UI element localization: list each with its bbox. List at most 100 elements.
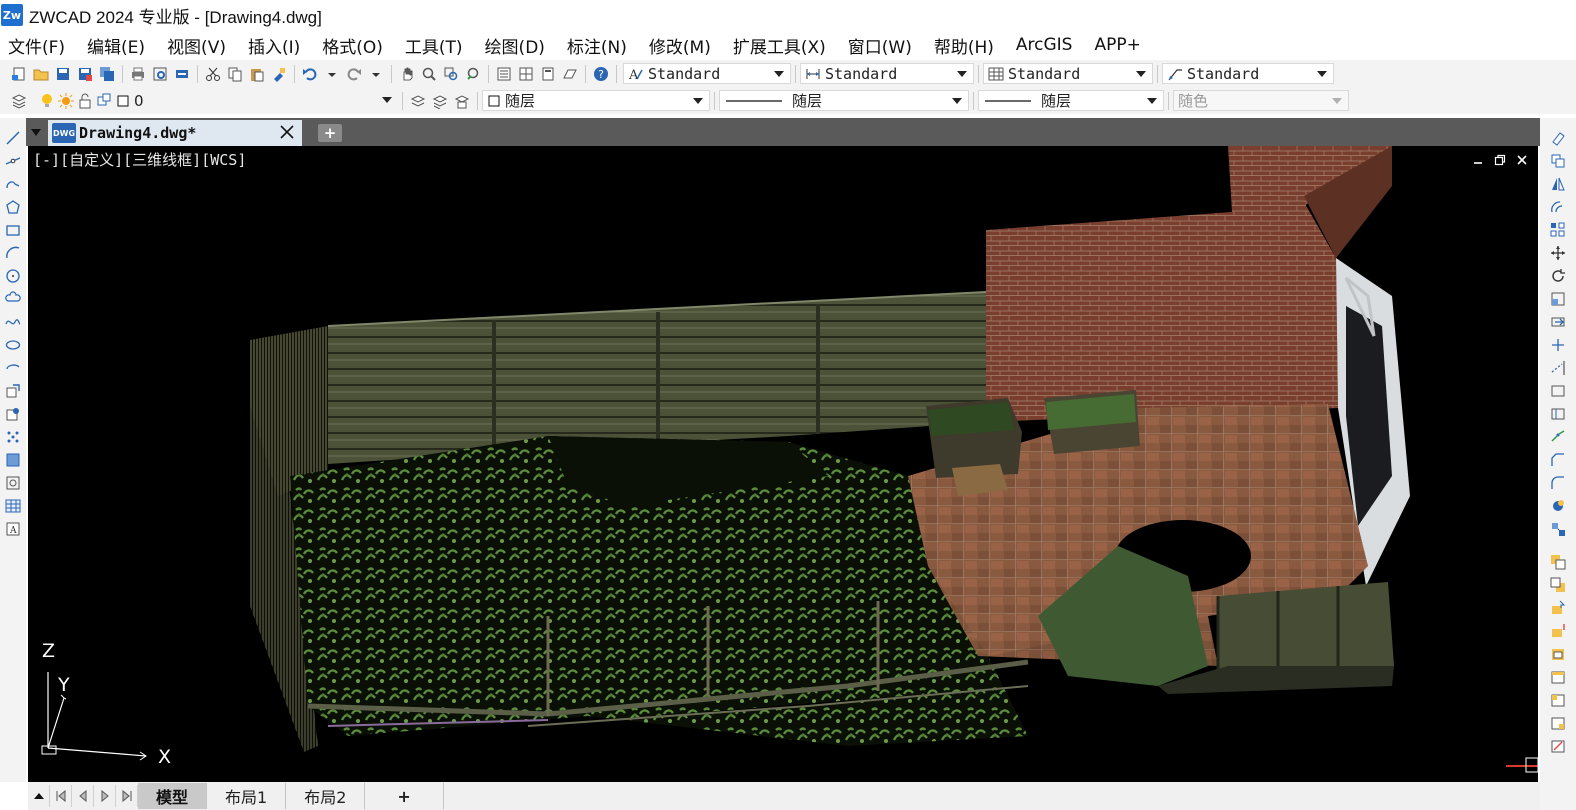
copy-icon[interactable] — [226, 65, 244, 83]
draw-order-back-icon[interactable] — [1549, 575, 1567, 594]
viewport-close-icon[interactable] — [1516, 154, 1530, 168]
text-style-select[interactable]: A Standard — [623, 63, 791, 84]
arc-icon[interactable] — [4, 243, 22, 262]
ellipse-arc-icon[interactable] — [4, 358, 22, 377]
leaders-to-front-icon[interactable] — [1549, 690, 1567, 709]
cut-icon[interactable] — [204, 65, 222, 83]
bring-above-icon[interactable] — [1549, 598, 1567, 617]
pan-icon[interactable] — [398, 65, 416, 83]
offset-icon[interactable] — [1549, 197, 1567, 216]
multiline-text-icon[interactable]: A — [4, 519, 22, 538]
close-tab-icon[interactable] — [278, 123, 296, 141]
menu-window[interactable]: 窗口(W) — [848, 33, 912, 58]
save-all-icon[interactable] — [98, 65, 116, 83]
design-center-icon[interactable] — [517, 65, 535, 83]
dimension-style-select[interactable]: Standard — [800, 63, 974, 84]
match-properties-icon[interactable] — [270, 65, 288, 83]
undo-icon[interactable] — [301, 65, 319, 83]
erase-icon[interactable] — [1549, 128, 1567, 147]
properties-palette-icon[interactable] — [495, 65, 513, 83]
zoom-realtime-icon[interactable] — [420, 65, 438, 83]
menu-help[interactable]: 帮助(H) — [934, 33, 994, 58]
redo-dropdown-icon[interactable] — [367, 65, 385, 83]
print-icon[interactable] — [129, 65, 147, 83]
undo-dropdown-icon[interactable] — [323, 65, 341, 83]
menu-file[interactable]: 文件(F) — [8, 33, 65, 58]
menu-draw[interactable]: 绘图(D) — [485, 33, 545, 58]
menu-express-tools[interactable]: 扩展工具(X) — [733, 33, 826, 58]
join-icon[interactable] — [1549, 427, 1567, 446]
previous-layout-icon[interactable] — [72, 785, 94, 807]
mirror-icon[interactable] — [1549, 174, 1567, 193]
table-icon[interactable] — [4, 496, 22, 515]
publish-icon[interactable] — [173, 65, 191, 83]
trim-icon[interactable] — [1549, 335, 1567, 354]
menu-edit[interactable]: 编辑(E) — [87, 33, 145, 58]
hatches-to-back-icon[interactable] — [1549, 713, 1567, 732]
drawing-viewport[interactable]: [-][自定义][三维线框][WCS] Z Y X — [28, 146, 1538, 782]
copy-object-icon[interactable] — [1549, 151, 1567, 170]
viewport-restore-icon[interactable] — [1494, 154, 1508, 168]
menu-tools[interactable]: 工具(T) — [405, 33, 463, 58]
chamfer-icon[interactable] — [1549, 450, 1567, 469]
draw-order-front-icon[interactable] — [1549, 552, 1567, 571]
construction-line-icon[interactable] — [4, 151, 22, 170]
polyline-icon[interactable] — [4, 174, 22, 193]
array-icon[interactable] — [1549, 220, 1567, 239]
save-icon[interactable] — [54, 65, 72, 83]
menu-view[interactable]: 视图(V) — [167, 33, 226, 58]
break-icon[interactable] — [1549, 404, 1567, 423]
last-layout-icon[interactable] — [116, 785, 138, 807]
print-preview-icon[interactable] — [151, 65, 169, 83]
make-block-icon[interactable] — [4, 404, 22, 423]
lineweight-control-select[interactable]: 随层 — [978, 90, 1164, 111]
menu-insert[interactable]: 插入(I) — [248, 33, 300, 58]
menu-app-plus[interactable]: APP+ — [1094, 35, 1140, 55]
menu-modify[interactable]: 修改(M) — [649, 33, 711, 58]
make-layer-current-icon[interactable] — [409, 92, 427, 110]
linetype-control-select[interactable]: 随层 — [719, 90, 969, 111]
revision-cloud-icon[interactable] — [4, 289, 22, 308]
tab-layout2[interactable]: 布局2 — [286, 783, 366, 809]
viewport-minimize-icon[interactable] — [1472, 154, 1486, 168]
new-document-tab-button[interactable]: + — [318, 124, 342, 142]
explode-icon[interactable] — [1549, 519, 1567, 538]
layer-manager-icon[interactable] — [10, 92, 28, 110]
table-style-select[interactable]: Standard — [983, 63, 1153, 84]
zoom-window-icon[interactable] — [442, 65, 460, 83]
menu-arcgis[interactable]: ArcGIS — [1016, 35, 1073, 55]
fillet-icon[interactable] — [1549, 473, 1567, 492]
save-as-icon[interactable] — [76, 65, 94, 83]
layer-select[interactable]: 0 — [36, 90, 398, 111]
tab-list-menu-icon[interactable] — [26, 118, 46, 146]
first-layout-icon[interactable] — [50, 785, 72, 807]
blend-curves-icon[interactable] — [1549, 496, 1567, 515]
document-tab-drawing4[interactable]: DWG Drawing4.dwg* — [48, 120, 302, 146]
move-icon[interactable] — [1549, 243, 1567, 262]
region-icon[interactable] — [4, 473, 22, 492]
hatch-icon[interactable] — [4, 450, 22, 469]
rotate-icon[interactable] — [1549, 266, 1567, 285]
insert-block-icon[interactable] — [4, 381, 22, 400]
scroll-up-icon[interactable] — [28, 785, 50, 807]
add-layout-button[interactable]: + — [365, 783, 444, 809]
layer-states-icon[interactable] — [453, 92, 471, 110]
send-under-icon[interactable] — [1549, 621, 1567, 640]
line-icon[interactable] — [4, 128, 22, 147]
scale-icon[interactable] — [1549, 289, 1567, 308]
open-folder-icon[interactable] — [32, 65, 50, 83]
all-annotations-to-front-icon[interactable] — [1549, 736, 1567, 755]
dimensions-to-front-icon[interactable] — [1549, 667, 1567, 686]
new-drawing-icon[interactable] — [10, 65, 28, 83]
ellipse-icon[interactable] — [4, 335, 22, 354]
next-layout-icon[interactable] — [94, 785, 116, 807]
tool-palettes-icon[interactable] — [539, 65, 557, 83]
menu-dimension[interactable]: 标注(N) — [567, 33, 627, 58]
multileader-style-select[interactable]: Standard — [1162, 63, 1334, 84]
tab-layout1[interactable]: 布局1 — [207, 783, 287, 809]
tab-model[interactable]: 模型 — [138, 783, 208, 809]
paste-icon[interactable] — [248, 65, 266, 83]
circle-icon[interactable] — [4, 266, 22, 285]
point-icon[interactable] — [4, 427, 22, 446]
layer-previous-icon[interactable] — [431, 92, 449, 110]
